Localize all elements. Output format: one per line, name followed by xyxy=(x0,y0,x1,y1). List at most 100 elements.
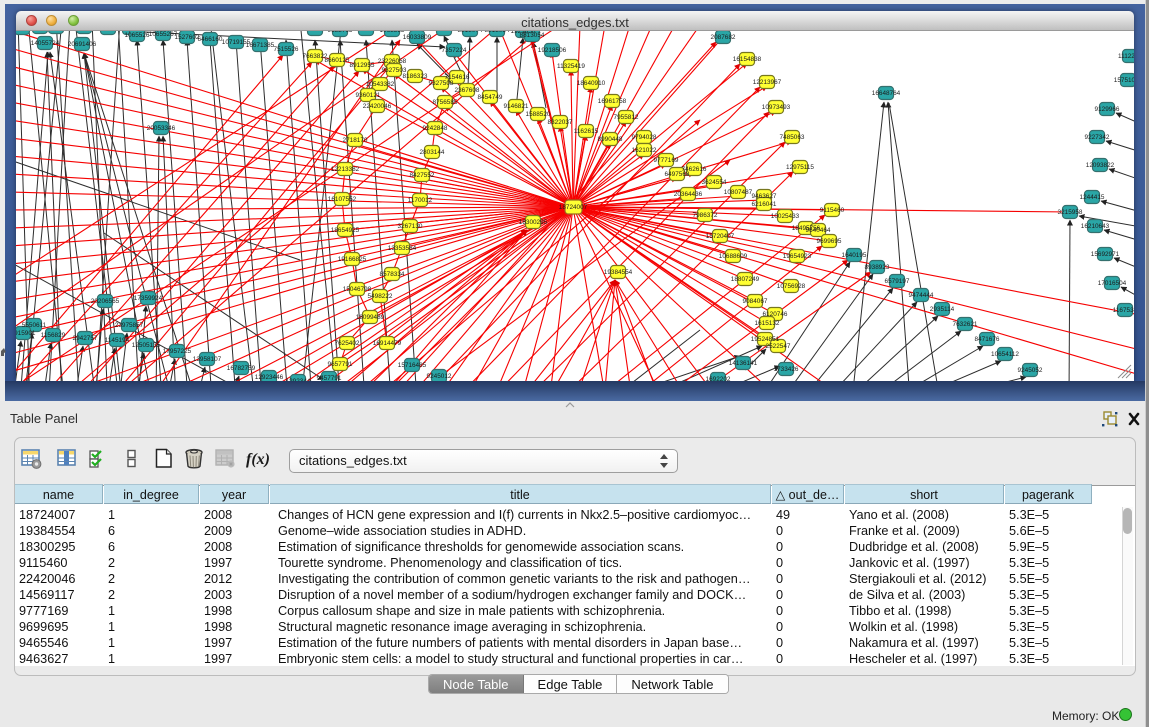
svg-text:18640910: 18640910 xyxy=(577,80,606,87)
svg-text:5550611: 5550611 xyxy=(22,322,47,329)
svg-text:9084067: 9084067 xyxy=(743,298,768,305)
svg-text:1588520: 1588520 xyxy=(526,111,551,118)
svg-text:8186323: 8186323 xyxy=(403,73,428,80)
svg-text:8813074: 8813074 xyxy=(458,31,483,34)
svg-text:17359924: 17359924 xyxy=(134,295,163,302)
svg-text:20364436: 20364436 xyxy=(674,191,703,198)
svg-text:19524851: 19524851 xyxy=(751,336,780,343)
svg-text:15720407: 15720407 xyxy=(706,233,735,240)
svg-text:9245052: 9245052 xyxy=(1018,367,1043,374)
svg-text:10973493: 10973493 xyxy=(762,104,791,111)
svg-text:10654112: 10654112 xyxy=(991,351,1019,358)
svg-text:18300295: 18300295 xyxy=(519,219,548,226)
svg-text:9699695: 9699695 xyxy=(817,238,842,245)
svg-text:17957225: 17957225 xyxy=(163,348,192,355)
svg-text:19166825: 19166825 xyxy=(338,256,367,263)
svg-text:10655267: 10655267 xyxy=(149,31,178,38)
svg-text:9777169: 9777169 xyxy=(654,157,679,164)
svg-text:22420046: 22420046 xyxy=(363,103,392,110)
svg-text:16782759: 16782759 xyxy=(227,365,256,372)
svg-text:2522547: 2522547 xyxy=(766,343,791,350)
svg-text:2718170: 2718170 xyxy=(343,137,368,144)
svg-text:3624554: 3624554 xyxy=(702,179,727,186)
svg-text:1065526: 1065526 xyxy=(125,32,150,39)
svg-text:9245012: 9245012 xyxy=(427,373,452,380)
svg-text:8660125: 8660125 xyxy=(325,57,350,64)
svg-text:16107552: 16107552 xyxy=(328,196,357,203)
svg-text:9146821: 9146821 xyxy=(504,103,529,110)
svg-text:20206565: 20206565 xyxy=(91,298,120,305)
svg-text:9242848: 9242848 xyxy=(423,125,448,132)
svg-text:14055724: 14055724 xyxy=(31,40,60,47)
svg-text:8990448: 8990448 xyxy=(598,136,623,143)
svg-text:1733426: 1733426 xyxy=(774,366,799,373)
svg-text:12975115: 12975115 xyxy=(786,164,814,171)
svg-text:12093822: 12093822 xyxy=(1086,162,1115,169)
svg-text:10543382: 10543382 xyxy=(366,81,395,88)
svg-text:1112283: 1112283 xyxy=(1118,53,1134,60)
svg-text:12505135: 12505135 xyxy=(132,342,161,349)
svg-text:8578334: 8578334 xyxy=(380,271,405,278)
svg-text:6579197: 6579197 xyxy=(885,278,910,285)
svg-text:1167534: 1167534 xyxy=(1113,307,1134,314)
svg-text:19654923: 19654923 xyxy=(783,253,812,260)
svg-text:10807487: 10807487 xyxy=(724,189,753,196)
svg-text:8471676: 8471676 xyxy=(975,336,1000,343)
svg-text:2367608: 2367608 xyxy=(455,87,480,94)
svg-text:23975857: 23975857 xyxy=(115,322,144,329)
svg-text:23226058: 23226058 xyxy=(378,58,407,65)
svg-text:16210643: 16210643 xyxy=(1081,223,1110,230)
svg-text:10025433: 10025433 xyxy=(771,213,800,220)
svg-text:18099489: 18099489 xyxy=(356,314,385,321)
svg-text:9129966: 9129966 xyxy=(1095,106,1120,113)
svg-text:8813054: 8813054 xyxy=(485,31,510,34)
svg-text:16033809: 16033809 xyxy=(403,34,432,41)
svg-text:18807249: 18807249 xyxy=(731,276,760,283)
svg-text:2942757: 2942757 xyxy=(73,335,98,342)
svg-text:15692971: 15692971 xyxy=(1091,251,1120,258)
svg-text:15751074: 15751074 xyxy=(1114,77,1134,84)
svg-text:9227342: 9227342 xyxy=(1085,134,1110,141)
svg-text:1145194: 1145194 xyxy=(105,337,130,344)
svg-text:9640464: 9640464 xyxy=(806,227,831,234)
svg-text:6466160: 6466160 xyxy=(198,36,223,43)
svg-text:6216041: 6216041 xyxy=(752,201,777,208)
svg-text:12923446: 12923446 xyxy=(255,374,284,381)
svg-text:8756585: 8756585 xyxy=(433,99,458,106)
svg-text:f(x): f(x) xyxy=(246,451,270,468)
svg-text:16914479: 16914479 xyxy=(373,340,402,347)
svg-text:7515540: 7515540 xyxy=(303,31,328,33)
svg-text:12213382: 12213382 xyxy=(331,166,360,173)
svg-text:1156829: 1156829 xyxy=(41,332,66,339)
svg-text:9463627: 9463627 xyxy=(752,193,777,200)
svg-text:17016504: 17016504 xyxy=(1098,280,1127,287)
svg-text:2087682: 2087682 xyxy=(711,34,736,41)
svg-text:2935114: 2935114 xyxy=(930,306,955,313)
svg-text:7515526: 7515526 xyxy=(274,46,299,53)
svg-text:19384554: 19384554 xyxy=(604,269,633,276)
svg-text:20691406: 20691406 xyxy=(68,41,97,48)
svg-text:8231407: 8231407 xyxy=(354,31,379,33)
svg-text:19218506: 19218506 xyxy=(538,47,567,54)
svg-text:8454749: 8454749 xyxy=(478,94,503,101)
svg-text:7462616: 7462616 xyxy=(682,166,707,173)
svg-text:16154838: 16154838 xyxy=(733,56,762,63)
svg-text:1065533: 1065533 xyxy=(380,31,405,34)
svg-text:5498222: 5498222 xyxy=(368,293,393,300)
svg-text:9152765: 9152765 xyxy=(328,31,353,34)
svg-text:7986372: 7986372 xyxy=(693,212,718,219)
svg-text:1162615: 1162615 xyxy=(574,128,599,135)
svg-text:7625402: 7625402 xyxy=(335,340,360,347)
svg-text:8938923: 8938923 xyxy=(865,264,890,271)
svg-text:11325419: 11325419 xyxy=(557,63,585,70)
svg-text:16648764: 16648764 xyxy=(872,90,901,97)
svg-text:5723721: 5723721 xyxy=(432,31,457,33)
svg-text:10688609: 10688609 xyxy=(719,253,748,260)
svg-text:10756928: 10756928 xyxy=(777,283,806,290)
svg-text:16671385: 16671385 xyxy=(246,42,275,49)
svg-text:20053346: 20053346 xyxy=(147,125,176,132)
svg-text:9115460: 9115460 xyxy=(820,207,845,214)
svg-text:9474444: 9474444 xyxy=(909,292,934,299)
svg-text:13353584: 13353584 xyxy=(388,245,417,252)
svg-text:9657791: 9657791 xyxy=(328,361,353,368)
